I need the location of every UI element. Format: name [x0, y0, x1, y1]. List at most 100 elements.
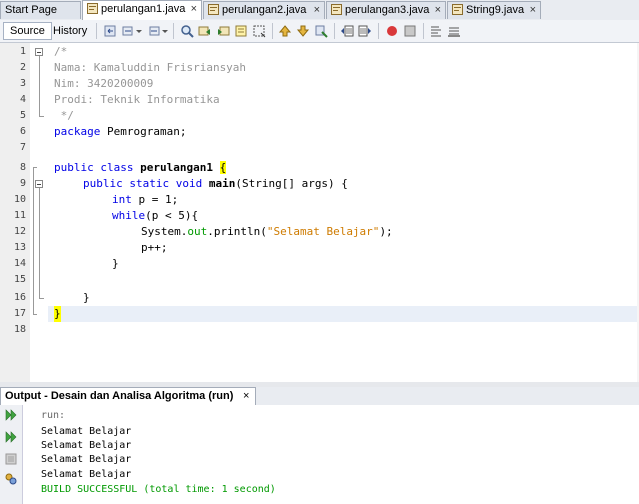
fold-end [39, 116, 44, 117]
start-macro-recording-icon[interactable] [385, 24, 399, 38]
chevron-down-icon[interactable] [161, 24, 169, 38]
tab-label: perulangan1.java [101, 3, 186, 15]
keyword: int [112, 193, 132, 206]
close-tab-icon[interactable]: × [530, 2, 536, 19]
code-line-6: package Pemrograman; [54, 124, 186, 140]
tab-start-page[interactable]: Start Page [0, 1, 81, 19]
close-tab-icon[interactable]: × [191, 1, 197, 18]
rectangular-selection-icon[interactable] [252, 24, 266, 38]
forward-icon[interactable] [147, 24, 161, 38]
fold-toggle-icon[interactable] [35, 180, 43, 188]
line-number: 5 [19, 110, 26, 121]
code-text: p = 1; [131, 193, 179, 206]
tab-label: perulangan2.java [222, 4, 307, 16]
toolbar-separator [173, 23, 174, 39]
line-number: 9 [19, 178, 26, 189]
find-icon[interactable] [180, 24, 194, 38]
back-icon[interactable] [121, 24, 135, 38]
output-line: run: [41, 410, 66, 421]
stop-macro-recording-icon[interactable] [403, 24, 417, 38]
code-line-1: /* [54, 45, 68, 58]
find-next-icon[interactable] [216, 24, 230, 38]
find-previous-icon[interactable] [198, 24, 212, 38]
last-edit-icon[interactable] [103, 24, 117, 38]
toggle-highlight-icon[interactable] [234, 24, 248, 38]
stop-icon[interactable] [5, 453, 17, 465]
next-bookmark-icon[interactable] [296, 24, 310, 38]
tab-perulangan3[interactable]: perulangan3.java × [326, 1, 446, 19]
output-side-toolbar [0, 405, 23, 504]
settings-icon[interactable] [5, 473, 17, 485]
shift-right-icon[interactable] [358, 24, 372, 38]
code-line-16: } [83, 291, 90, 304]
code-line-3: Nim: 3420200009 [54, 77, 154, 90]
code-line-12: System.out.println("Selamat Belajar"); [141, 224, 393, 240]
code-text: (String[] args) { [235, 177, 348, 190]
close-tab-icon[interactable]: × [314, 2, 320, 19]
fold-line [39, 56, 40, 116]
fold-line [33, 167, 34, 315]
toolbar-separator [423, 23, 424, 39]
line-number-gutter: 1 2 3 4 5 6 7 8 9 10 11 12 13 14 15 16 1… [0, 43, 31, 382]
keyword: public class [54, 161, 134, 174]
shift-left-icon[interactable] [340, 24, 354, 38]
build-status: BUILD SUCCESSFUL (total time: 1 second) [41, 484, 276, 495]
output-tab-title: Output - Desain dan Analisa Algoritma (r… [5, 390, 234, 402]
output-tab-bar: Output - Desain dan Analisa Algoritma (r… [0, 387, 639, 406]
field-name: out [187, 225, 208, 238]
code-line-17: } [54, 306, 61, 322]
current-line-highlight [48, 306, 639, 322]
comment-icon[interactable] [429, 24, 443, 38]
code-line-9: public static void main(String[] args) { [83, 176, 348, 192]
output-console[interactable]: run: Selamat Belajar Selamat Belajar Sel… [23, 405, 639, 504]
rerun-icon[interactable] [5, 409, 17, 421]
line-number: 14 [13, 258, 26, 269]
close-tab-icon[interactable]: × [435, 2, 441, 19]
fold-end [33, 167, 37, 168]
toolbar-separator [378, 23, 379, 39]
line-number: 17 [13, 308, 26, 319]
close-tab-icon[interactable]: × [243, 388, 249, 405]
tab-label: perulangan3.java [345, 4, 430, 16]
line-number: 1 [19, 46, 26, 57]
previous-bookmark-icon[interactable] [278, 24, 292, 38]
editor-toolbar: Source History [0, 20, 639, 43]
keyword: public static void [83, 177, 203, 190]
matched-brace: { [219, 161, 227, 174]
line-number: 3 [19, 78, 26, 89]
java-file-icon [452, 4, 463, 15]
tab-string9[interactable]: String9.java × [447, 1, 541, 19]
line-number: 4 [19, 94, 26, 105]
class-name: perulangan1 [133, 161, 220, 174]
toolbar-separator [272, 23, 273, 39]
java-file-icon [331, 4, 342, 15]
code-text: (p < 5){ [145, 209, 199, 222]
keyword: package [54, 125, 101, 138]
toggle-bookmark-icon[interactable] [314, 24, 328, 38]
keyword: while [112, 209, 146, 222]
editor-tab-bar: Start Page perulangan1.java × perulangan… [0, 0, 639, 21]
line-number: 7 [19, 142, 26, 153]
code-text: System. [141, 225, 188, 238]
output-tab[interactable]: Output - Desain dan Analisa Algoritma (r… [0, 387, 257, 405]
toolbar-separator [334, 23, 335, 39]
line-number: 12 [13, 226, 26, 237]
history-button[interactable]: History [47, 22, 93, 40]
code-line-13: p++; [141, 241, 168, 254]
tab-perulangan2[interactable]: perulangan2.java × [203, 1, 325, 19]
tab-perulangan1[interactable]: perulangan1.java × [82, 0, 202, 20]
rerun-with-options-icon[interactable] [5, 431, 17, 443]
string-literal: "Selamat Belajar" [266, 225, 380, 238]
line-number: 8 [19, 162, 26, 173]
chevron-down-icon[interactable] [135, 24, 143, 38]
line-number: 16 [13, 292, 26, 303]
output-line: Selamat Belajar [41, 469, 132, 480]
source-button[interactable]: Source [3, 22, 52, 40]
code-line-10: int p = 1; [112, 192, 178, 208]
code-editor[interactable]: 1 2 3 4 5 6 7 8 9 10 11 12 13 14 15 16 1… [0, 43, 639, 382]
fold-toggle-icon[interactable] [35, 48, 43, 56]
code-line-11: while(p < 5){ [112, 208, 198, 224]
uncomment-icon[interactable] [447, 24, 461, 38]
fold-end [39, 298, 44, 299]
fold-line [39, 188, 40, 298]
